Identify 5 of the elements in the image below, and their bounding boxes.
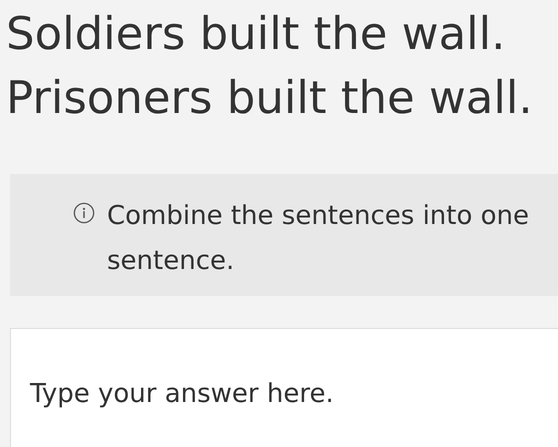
answer-box[interactable]: Type your answer here. (10, 328, 558, 447)
prompt-sentence: Prisoners built the wall. (6, 70, 534, 126)
info-icon (73, 202, 95, 224)
instruction-text: Combine the sentences into one sentence. (107, 200, 530, 278)
prompt-sentence: Soldiers built the wall. (6, 6, 506, 62)
